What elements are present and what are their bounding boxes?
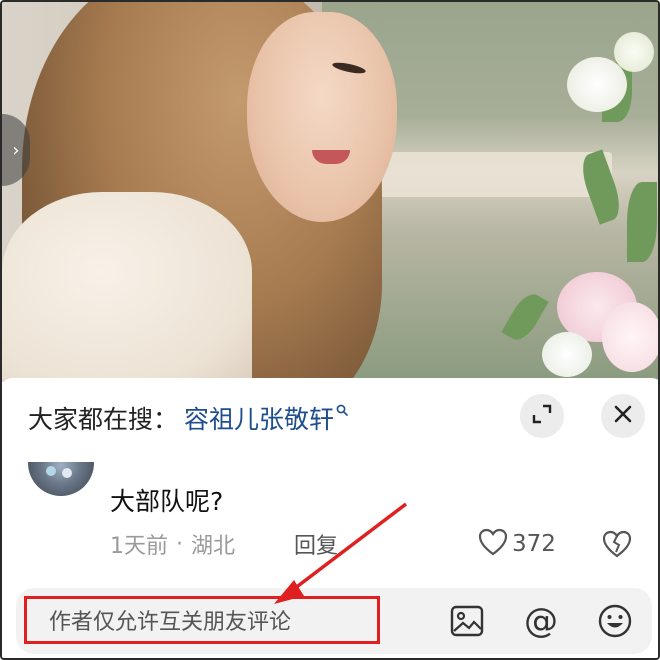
like-count: 372 [512,531,556,557]
meta-separator: · [176,531,183,557]
photo-face [247,12,397,222]
avatar-detail [62,468,72,478]
close-button[interactable] [601,394,645,438]
trending-search-bar[interactable]: 大家都在搜： 容祖儿张敬轩 [28,400,348,436]
expand-icon [531,403,553,429]
photo-leaf [627,182,657,262]
dislike-button[interactable] [602,530,632,562]
screenshot-frame: › 大家都在搜： 容祖儿张敬轩 大部队呢? 1天前 · 湖北 回复 372 作者… [0,0,660,660]
search-icon [336,404,348,420]
trending-search-prefix: 大家都在搜： [28,405,179,434]
heart-icon [478,528,508,560]
post-photo[interactable]: › [2,2,658,382]
photo-flower [602,302,658,372]
comment-panel: 大家都在搜： 容祖儿张敬轩 大部队呢? 1天前 · 湖北 回复 372 作者仅允… [2,378,658,658]
at-icon[interactable]: @ [522,601,560,641]
photo-flower [567,57,627,112]
comment-location: 湖北 [191,534,236,559]
photo-flower [614,32,654,72]
photo-shoulder [2,192,252,382]
expand-button[interactable] [520,394,564,438]
comment-text: 大部队呢? [110,487,224,516]
avatar[interactable] [28,462,94,496]
comment-input-placeholder[interactable]: 作者仅允许互关朋友评论 [24,596,380,644]
reply-button[interactable]: 回复 [294,528,338,560]
close-icon [613,404,633,428]
photo-flower [542,332,592,377]
chevron-right-icon: › [12,139,20,161]
trending-search-term[interactable]: 容祖儿张敬轩 [184,400,334,436]
like-button[interactable]: 372 [478,528,556,560]
comment-input-bar[interactable]: 作者仅允许互关朋友评论 @ [16,588,652,654]
comment-meta: 1天前 · 湖北 [110,528,235,560]
image-icon[interactable] [448,602,486,640]
comment-time: 1天前 [110,534,168,559]
broken-heart-icon [602,530,632,562]
avatar-detail [46,466,56,476]
emoji-icon[interactable] [596,602,634,640]
